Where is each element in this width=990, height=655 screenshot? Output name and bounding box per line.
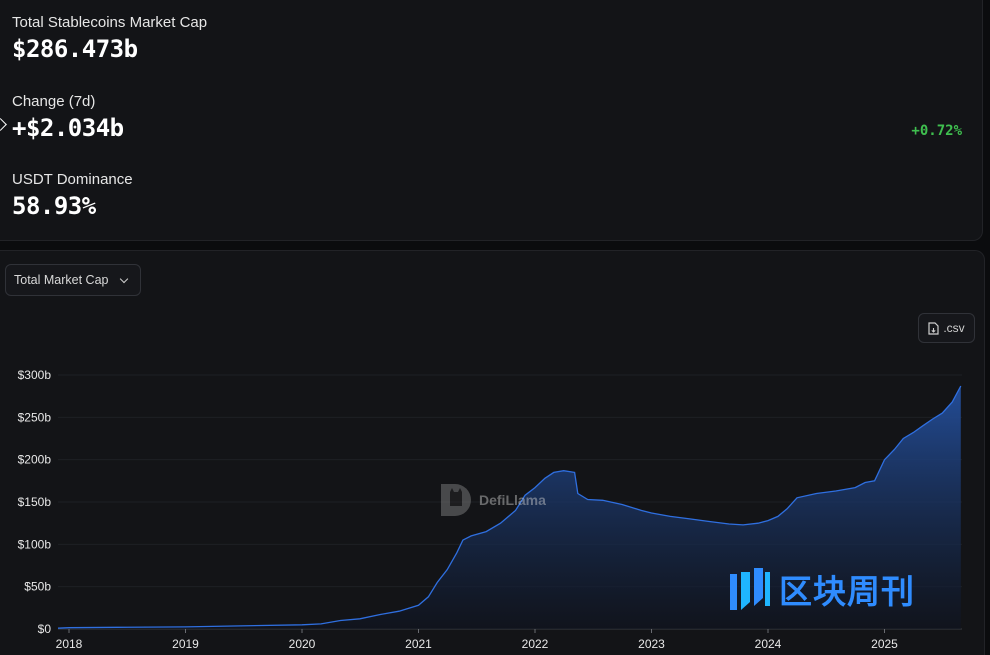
x-tick-label: 2024 <box>755 637 782 651</box>
stats-card: Total Stablecoins Market Cap $286.473b C… <box>0 0 983 241</box>
chevron-down-icon <box>119 274 129 284</box>
file-download-icon <box>928 321 939 335</box>
y-tick-label: $100b <box>18 537 52 551</box>
csv-label: .csv <box>943 321 965 335</box>
total-mcap-label: Total Stablecoins Market Cap <box>12 14 208 31</box>
y-tick-label: $300b <box>18 368 52 382</box>
brand-logo-icon <box>730 568 770 610</box>
y-tick-label: $0 <box>38 622 52 636</box>
y-tick-label: $150b <box>18 495 52 509</box>
x-tick-label: 2025 <box>871 637 898 651</box>
dominance-stat: USDT Dominance 58.93% <box>12 171 133 220</box>
change-percent: +0.72% <box>911 123 962 139</box>
dominance-label: USDT Dominance <box>12 171 133 188</box>
brand-watermark: 区块周刊 <box>729 565 915 613</box>
x-axis: 2018 2019 2020 2021 2022 2023 2024 2025 <box>56 628 962 651</box>
defillama-watermark: DefiLlama <box>437 480 546 520</box>
change-label: Change (7d) <box>12 93 96 110</box>
x-tick-label: 2018 <box>56 637 83 651</box>
x-tick-label: 2019 <box>172 637 199 651</box>
brand-text: 区块周刊 <box>779 572 915 611</box>
metric-select-label: Total Market Cap <box>14 273 109 287</box>
x-tick-label: 2020 <box>289 637 316 651</box>
x-tick-label: 2021 <box>405 637 432 651</box>
y-tick-label: $250b <box>18 410 52 424</box>
chevron-right-icon[interactable] <box>0 118 7 131</box>
metric-select[interactable]: Total Market Cap <box>5 264 141 296</box>
dominance-value: 58.93% <box>12 192 96 220</box>
y-axis: $0 $50b $100b $150b $200b $250b $300b <box>18 368 52 636</box>
csv-download-button[interactable]: .csv <box>918 313 975 343</box>
defillama-text: DefiLlama <box>479 492 546 508</box>
llama-logo-icon <box>441 484 471 516</box>
total-mcap-value: $286.473b <box>12 35 138 63</box>
x-tick-label: 2022 <box>522 637 549 651</box>
total-mcap-stat: Total Stablecoins Market Cap $286.473b <box>12 14 207 63</box>
x-tick-label: 2023 <box>638 637 665 651</box>
y-tick-label: $200b <box>18 453 52 467</box>
change-stat: Change (7d) +$2.034b <box>12 93 124 142</box>
y-tick-label: $50b <box>24 580 51 594</box>
change-value: +$2.034b <box>12 114 124 142</box>
